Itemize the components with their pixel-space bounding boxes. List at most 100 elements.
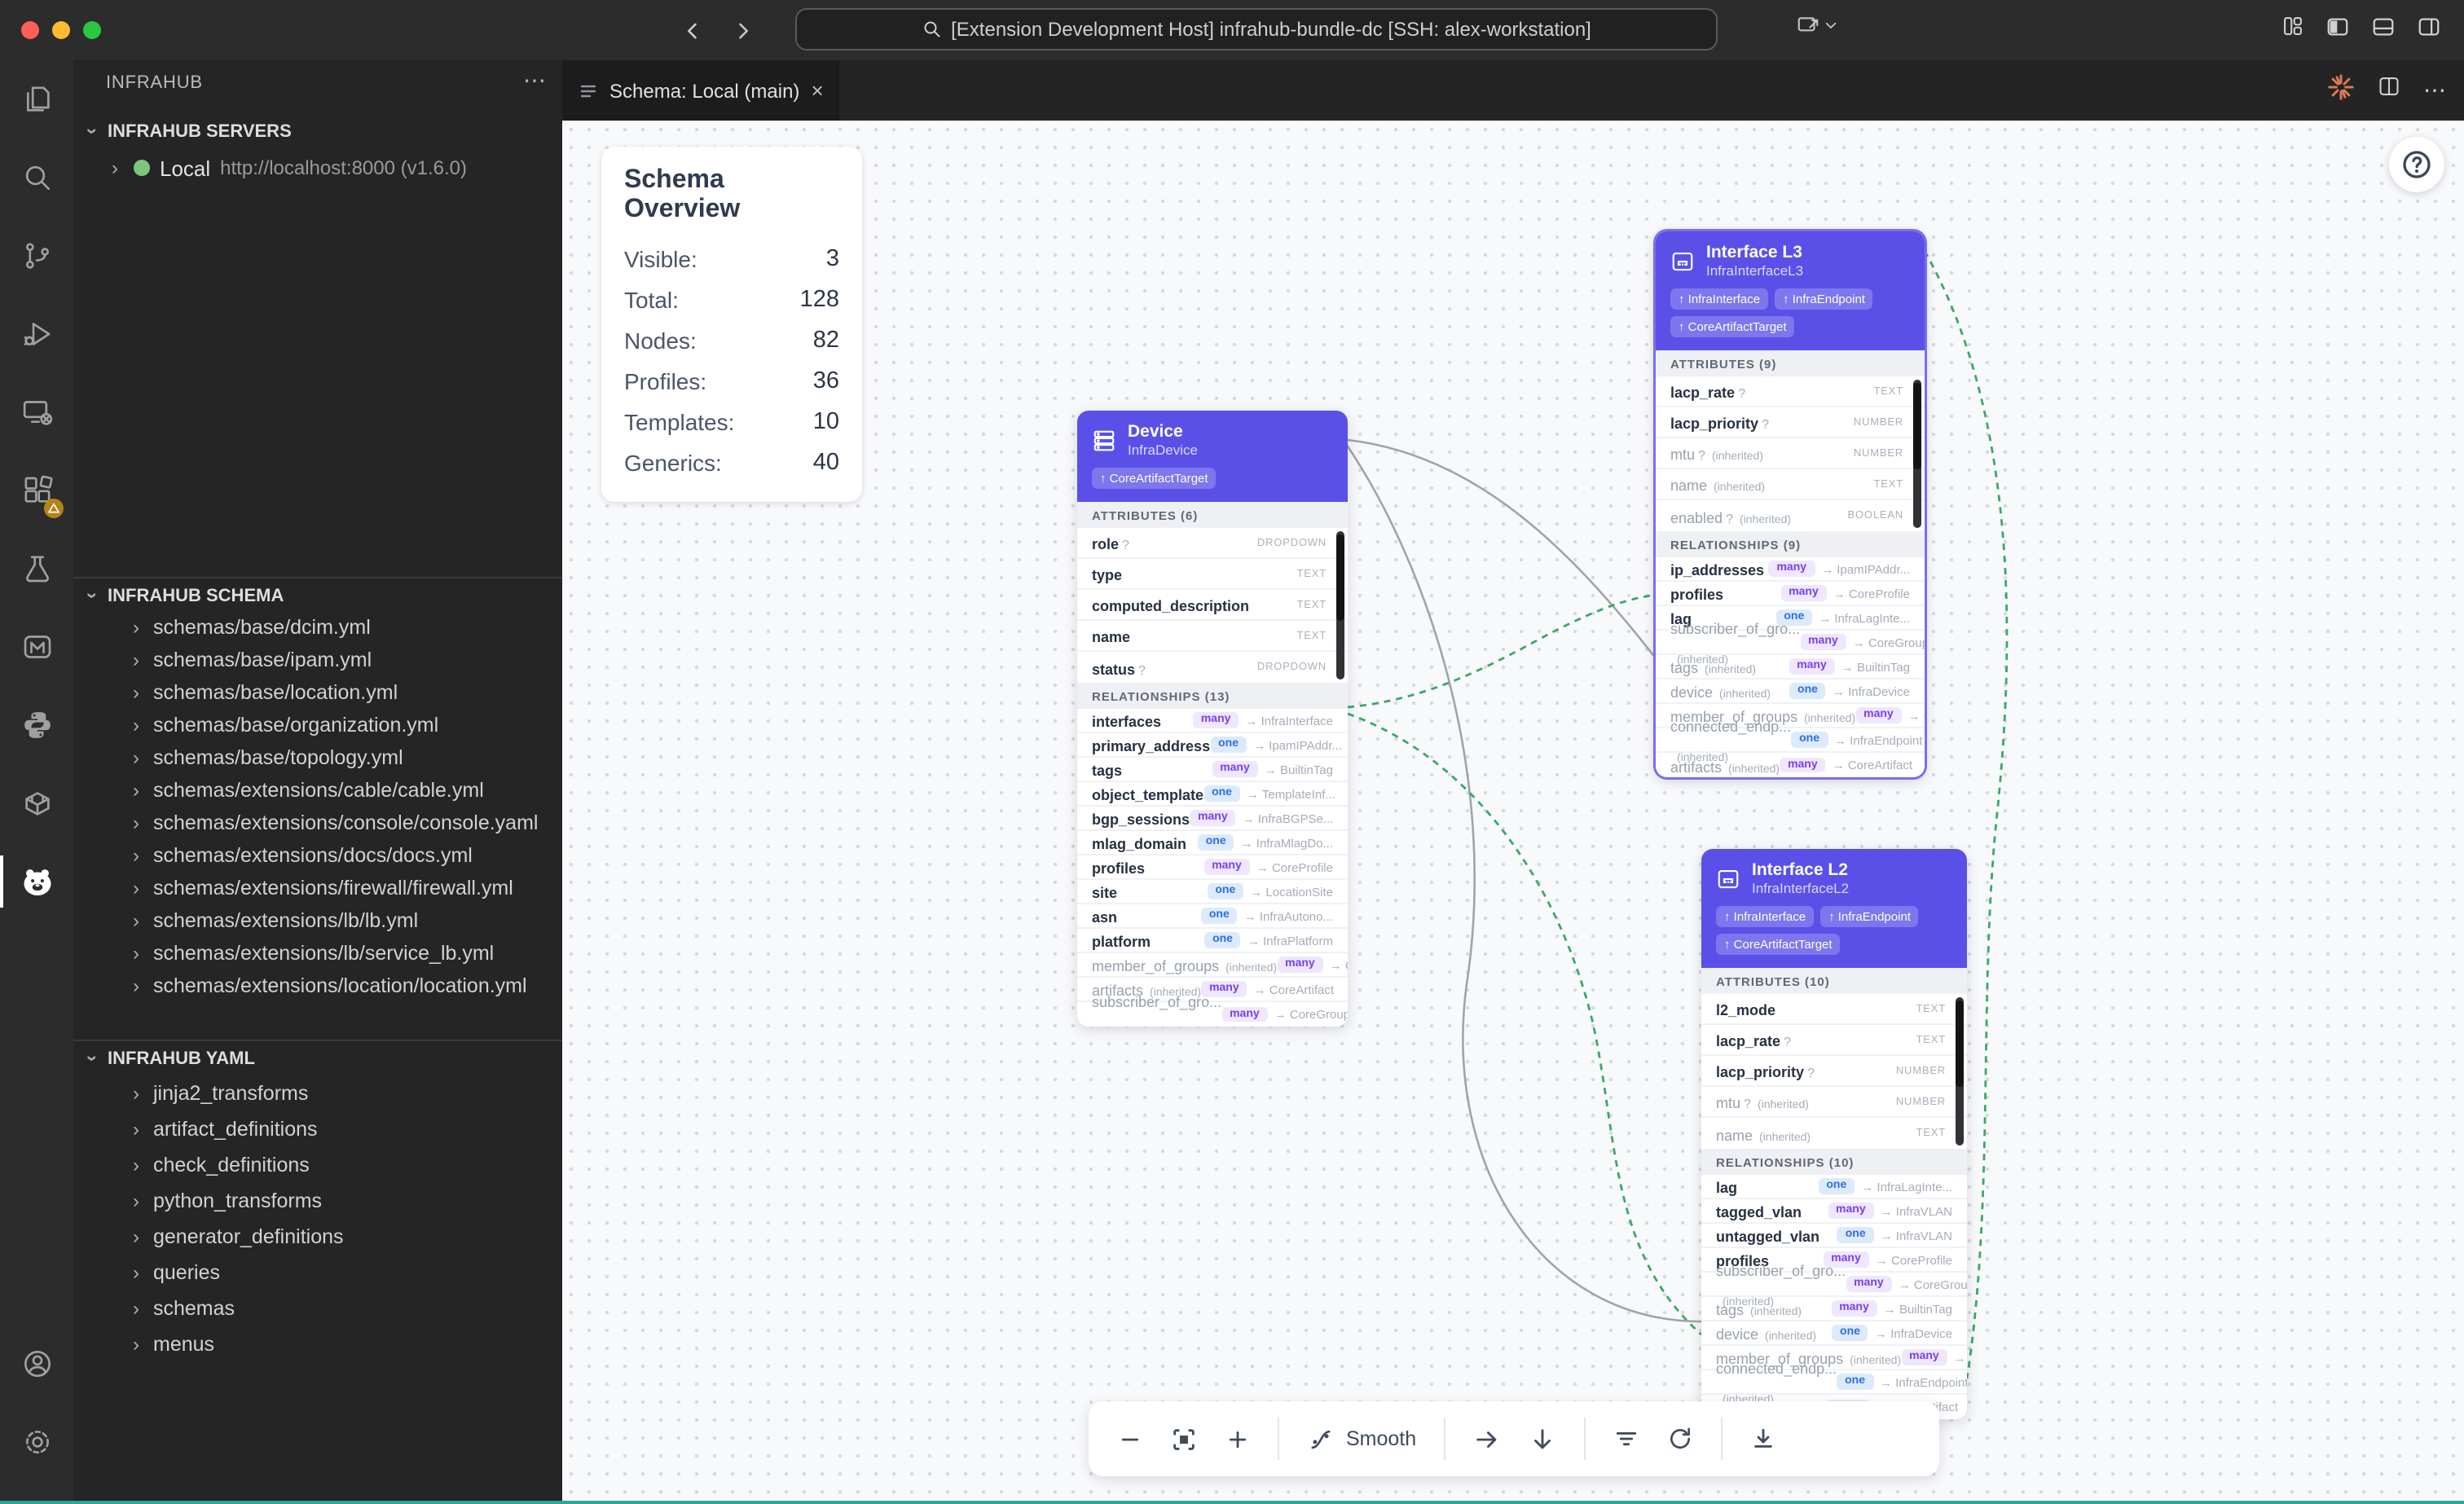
chevron-right-icon: › (127, 1335, 145, 1353)
download-button[interactable] (1750, 1426, 1776, 1452)
attributes-header: ATTRIBUTES (9) (1656, 350, 1925, 376)
chevron-right-icon: › (127, 651, 145, 669)
more-actions-icon[interactable]: ⋯ (523, 67, 546, 95)
activity-settings-icon[interactable] (0, 1403, 73, 1481)
infrahub-sidebar: INFRAHUB ⋯ › INFRAHUB SERVERS › Local ht… (73, 60, 562, 1504)
yaml-item[interactable]: ›generator_definitions (73, 1219, 562, 1255)
relationship-target: → IpamIPAddr... (1821, 561, 1910, 576)
fit-view-button[interactable] (1170, 1425, 1198, 1453)
chevron-right-icon: › (127, 847, 145, 864)
layout-vertical-button[interactable] (1529, 1425, 1556, 1453)
activity-run-and-debug-icon[interactable] (0, 295, 73, 373)
close-window-button[interactable] (21, 21, 39, 39)
close-icon[interactable]: × (811, 80, 823, 101)
activity-accounts-icon[interactable] (0, 1325, 73, 1403)
section-infrahub-servers[interactable]: › INFRAHUB SERVERS (83, 116, 562, 147)
tab-schema-local-main[interactable]: Schema: Local (main) × (562, 60, 839, 121)
schema-file-item[interactable]: ›schemas/base/topology.yml (73, 741, 562, 774)
zoom-in-button[interactable] (1225, 1427, 1250, 1451)
activity-search-icon[interactable] (0, 139, 73, 217)
yaml-item[interactable]: ›python_transforms (73, 1183, 562, 1219)
overview-stat-row: Profiles:36 (624, 360, 839, 401)
node-card-device[interactable]: Device InfraDevice ↑ CoreArtifactTarget … (1077, 411, 1348, 1027)
divider (1278, 1418, 1279, 1460)
schema-canvas[interactable]: Schema Overview Visible:3Total:128Nodes:… (562, 121, 2464, 1504)
node-kind: InfraDevice (1128, 442, 1198, 458)
overview-stat-row: Visible:3 (624, 238, 839, 279)
filter-button[interactable] (1613, 1426, 1639, 1452)
schema-file-item[interactable]: ›schemas/extensions/docs/docs.yml (73, 839, 562, 872)
schema-file-item[interactable]: ›schemas/extensions/console/console.yaml (73, 807, 562, 839)
schema-file-item[interactable]: ›schemas/extensions/cable/cable.yml (73, 774, 562, 807)
cardinality-badge: many (1212, 762, 1258, 777)
layout-controls (2281, 0, 2441, 60)
refresh-button[interactable] (1667, 1426, 1693, 1452)
toggle-secondary-sidebar-icon[interactable] (2417, 14, 2441, 46)
yaml-item[interactable]: ›artifact_definitions (73, 1111, 562, 1147)
activity-explorer-icon[interactable] (0, 60, 73, 139)
section-infrahub-yaml[interactable]: › INFRAHUB YAML (83, 1043, 562, 1074)
schema-file-item[interactable]: ›schemas/base/organization.yml (73, 709, 562, 741)
schema-file-item[interactable]: ›schemas/extensions/location/location.ym… (73, 970, 562, 1002)
section-infrahub-schema[interactable]: › INFRAHUB SCHEMA (83, 580, 562, 611)
scrollbar[interactable] (1336, 531, 1344, 679)
customize-layout-icon[interactable] (2281, 15, 2304, 46)
activity-testing-icon[interactable] (0, 530, 73, 608)
back-icon[interactable] (681, 19, 704, 42)
node-card-interface-l3[interactable]: Interface L3 InfraInterfaceL3 ↑ InfraInt… (1656, 231, 1925, 777)
zoom-out-button[interactable] (1118, 1427, 1142, 1451)
split-editor-icon[interactable] (2378, 75, 2400, 106)
activity-source-control-icon[interactable] (0, 217, 73, 295)
schema-file-item[interactable]: ›schemas/base/dcim.yml (73, 611, 562, 644)
yaml-item[interactable]: ›check_definitions (73, 1147, 562, 1183)
activity-m-extension-icon[interactable] (0, 608, 73, 686)
chevron-right-icon: › (127, 1084, 145, 1102)
remote-window-indicator[interactable] (1796, 13, 1838, 37)
smooth-edges-button[interactable]: Smooth (1307, 1425, 1416, 1453)
inherit-badges: ↑ InfraInterface↑ InfraEndpoint↑ CoreArt… (1670, 288, 1910, 337)
command-center[interactable]: [Extension Development Host] infrahub-bu… (795, 8, 1718, 51)
forward-icon[interactable] (732, 19, 755, 42)
activity-remote-explorer-icon[interactable] (0, 373, 73, 451)
infrahub-flare-icon[interactable] (2327, 73, 2355, 108)
relationship-target: → InfraLagInte... (1819, 610, 1910, 625)
schema-file-item[interactable]: ›schemas/base/location.yml (73, 676, 562, 709)
activity-infrahub-otter-icon[interactable] (0, 842, 73, 921)
yaml-item[interactable]: ›menus (73, 1326, 562, 1362)
scrollbar[interactable] (1956, 997, 1964, 1146)
server-item-local[interactable]: › Local http://localhost:8000 (v1.6.0) (106, 152, 467, 184)
relationship-target: → CoreProfile (1256, 860, 1333, 874)
yaml-item[interactable]: ›queries (73, 1255, 562, 1291)
relationship-target: → CoreGroup (1954, 1350, 1967, 1365)
scrollbar[interactable] (1913, 380, 1921, 528)
overview-stat-row: Nodes:82 (624, 319, 839, 360)
help-button[interactable] (2389, 137, 2444, 192)
toggle-primary-sidebar-icon[interactable] (2325, 14, 2350, 46)
schema-file-item[interactable]: ›schemas/extensions/lb/service_lb.yml (73, 937, 562, 970)
history-nav (681, 0, 755, 60)
inherit-badge: ↑ InfraEndpoint (1820, 906, 1919, 927)
edge-device-l2 (1344, 442, 1701, 1321)
node-card-interface-l2[interactable]: Interface L2 InfraInterfaceL2 ↑ InfraInt… (1701, 849, 1967, 1419)
toggle-panel-icon[interactable] (2371, 14, 2396, 46)
relationship-target: → BuiltinTag (1265, 762, 1333, 776)
activity-python-icon[interactable] (0, 686, 73, 764)
layout-horizontal-button[interactable] (1473, 1425, 1501, 1453)
activity-bar (0, 60, 73, 1504)
attribute-row: name(inherited)TEXT (1701, 1118, 1967, 1149)
schema-file-item[interactable]: ›schemas/extensions/lb/lb.yml (73, 904, 562, 937)
cardinality-badge: one (1789, 684, 1826, 699)
activity-containers-icon[interactable] (0, 764, 73, 842)
cardinality-badge: one (1210, 737, 1247, 753)
more-actions-icon[interactable]: ⋯ (2423, 77, 2448, 104)
server-name: Local (160, 156, 210, 180)
schema-file-item[interactable]: ›schemas/base/ipam.yml (73, 644, 562, 676)
activity-extensions-icon[interactable] (0, 451, 73, 530)
zoom-window-button[interactable] (83, 21, 101, 39)
yaml-item[interactable]: ›jinja2_transforms (73, 1075, 562, 1111)
yaml-item[interactable]: ›schemas (73, 1291, 562, 1326)
schema-file-item[interactable]: ›schemas/extensions/firewall/firewall.ym… (73, 872, 562, 904)
relationship-target: → BuiltinTag (1884, 1301, 1952, 1316)
divider (1584, 1418, 1586, 1460)
minimize-window-button[interactable] (52, 21, 70, 39)
